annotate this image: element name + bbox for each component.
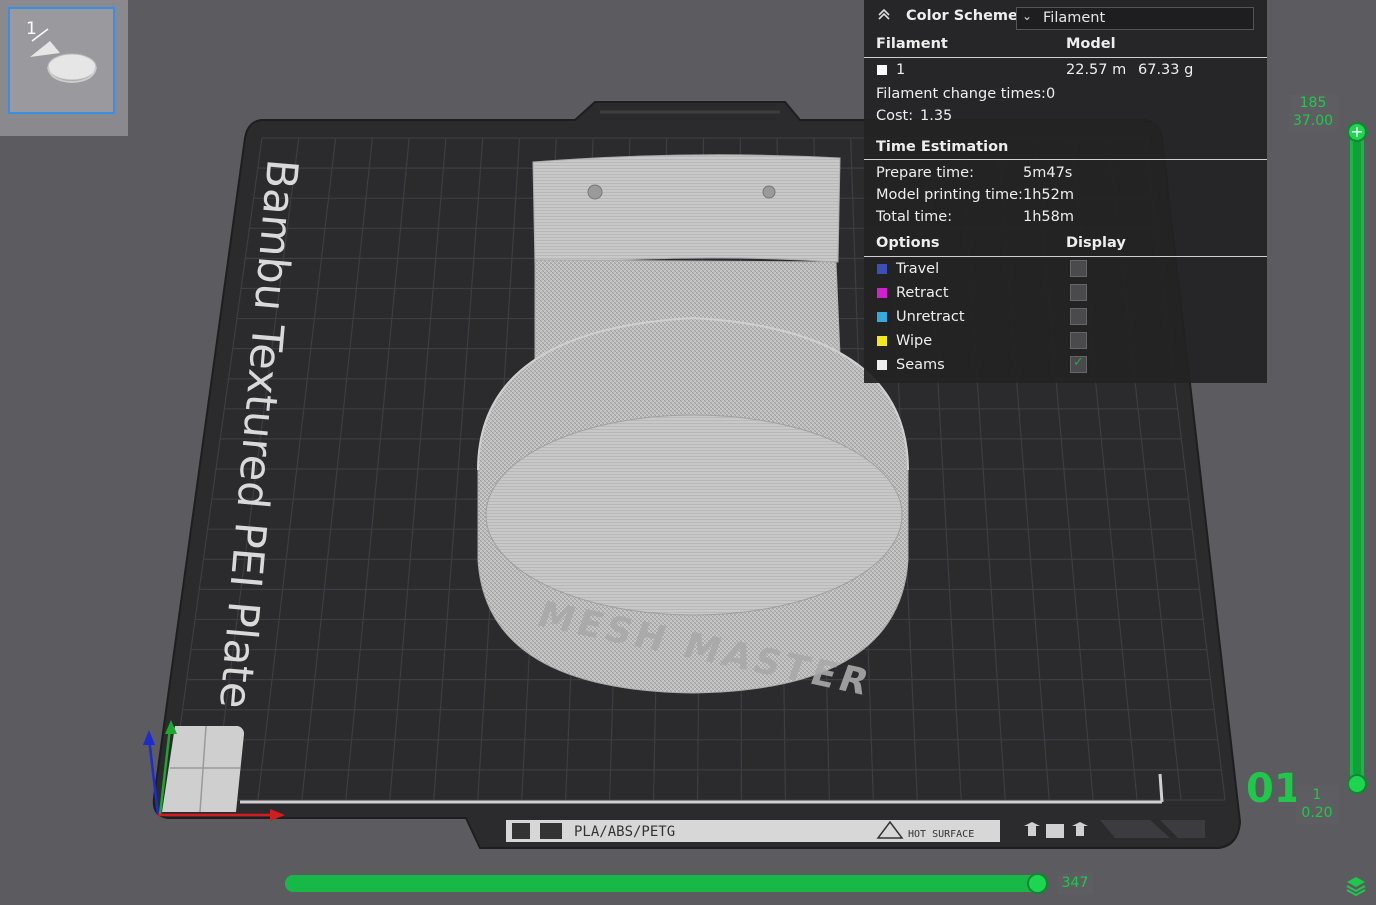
move-slider-handle[interactable] <box>1027 873 1048 894</box>
option-seams-label: Seams <box>896 357 945 373</box>
option-retract-label: Retract <box>896 285 949 301</box>
options-header: Options <box>876 235 940 251</box>
bed-right-marks <box>1100 820 1205 838</box>
model-cup-inner <box>485 414 903 616</box>
divider <box>864 57 1267 58</box>
model-time-label: Model printing time: <box>876 187 1023 203</box>
retract-checkbox[interactable] <box>1070 284 1087 301</box>
model-hole-left <box>587 184 603 200</box>
divider <box>864 159 1267 160</box>
filament-color-swatch <box>877 65 887 75</box>
collapse-icon[interactable] <box>876 6 892 26</box>
layer-bottom-readout: 1 0.20 <box>1296 786 1338 824</box>
filament-header: Filament <box>876 36 948 52</box>
prepare-time-value: 5m47s <box>1023 165 1073 181</box>
bed-logo-a <box>512 823 530 839</box>
divider <box>864 256 1267 257</box>
color-scheme-title: Color Scheme <box>906 8 1018 24</box>
prepare-time-label: Prepare time: <box>876 165 974 181</box>
top-layer-height: 37.00 <box>1292 113 1334 129</box>
model-time-value: 1h52m <box>1023 187 1074 203</box>
model-hole-right <box>762 185 776 199</box>
bottom-layer-height: 0.20 <box>1301 805 1333 821</box>
option-wipe-label: Wipe <box>896 333 933 349</box>
bed-icons <box>1024 822 1088 838</box>
display-header: Display <box>1066 235 1126 251</box>
move-slider-track[interactable] <box>285 875 1043 892</box>
cost-label: Cost: <box>876 108 914 124</box>
travel-swatch <box>877 264 887 274</box>
filament-id: 1 <box>896 62 906 78</box>
model-header: Model <box>1066 36 1116 52</box>
move-slider-value: 347 <box>1057 873 1093 894</box>
unretract-checkbox[interactable] <box>1070 308 1087 325</box>
filament-change-label: Filament change times: <box>876 86 1046 102</box>
option-travel-label: Travel <box>896 261 940 277</box>
layer-slider-bottom-handle[interactable] <box>1347 774 1367 794</box>
color-scheme-value: Filament <box>1043 10 1106 26</box>
color-scheme-dropdown[interactable]: ⌄ Filament <box>1016 7 1254 30</box>
filament-change-value: 0 <box>1046 86 1056 102</box>
legend-panel: Color Scheme ⌄ Filament Filament Model 1… <box>864 0 1267 383</box>
option-unretract-label: Unretract <box>896 309 965 325</box>
filament-weight: 67.33 g <box>1138 62 1194 78</box>
bottom-layer-number: 1 <box>1312 787 1322 803</box>
seams-swatch <box>877 360 887 370</box>
top-layer-number: 185 <box>1299 95 1327 111</box>
plate-thumbnail-panel: 1 <box>0 0 128 136</box>
axis-z-arrow <box>143 730 155 745</box>
bed-material-label: PLA/ABS/PETG <box>574 824 675 840</box>
layer-overlay-number: 01 <box>1246 766 1302 812</box>
total-time-label: Total time: <box>876 209 953 225</box>
plate-number: 1 <box>26 19 37 39</box>
total-time-value: 1h58m <box>1023 209 1074 225</box>
cost-value: 1.35 <box>920 108 953 124</box>
travel-checkbox[interactable] <box>1070 260 1087 277</box>
plate-thumbnail[interactable]: 1 <box>8 7 115 114</box>
filament-length: 22.57 m <box>1066 62 1127 78</box>
chevron-down-icon: ⌄ <box>1022 9 1033 23</box>
retract-swatch <box>877 288 887 298</box>
hot-surface-label: HOT SURFACE <box>908 829 974 840</box>
seams-checkbox[interactable]: ✓ <box>1070 355 1087 373</box>
check-icon: ✓ <box>1073 355 1084 370</box>
layer-slider-range <box>1353 140 1361 776</box>
time-estimation-title: Time Estimation <box>876 139 1009 155</box>
wipe-swatch <box>877 336 887 346</box>
unretract-swatch <box>877 312 887 322</box>
bed-logo-b <box>540 823 562 839</box>
plus-icon: + <box>1350 122 1364 141</box>
wipe-checkbox[interactable] <box>1070 332 1087 349</box>
layers-icon[interactable] <box>1345 874 1367 896</box>
model-back-wall <box>532 154 841 267</box>
layer-top-readout: 185 37.00 <box>1289 94 1337 132</box>
